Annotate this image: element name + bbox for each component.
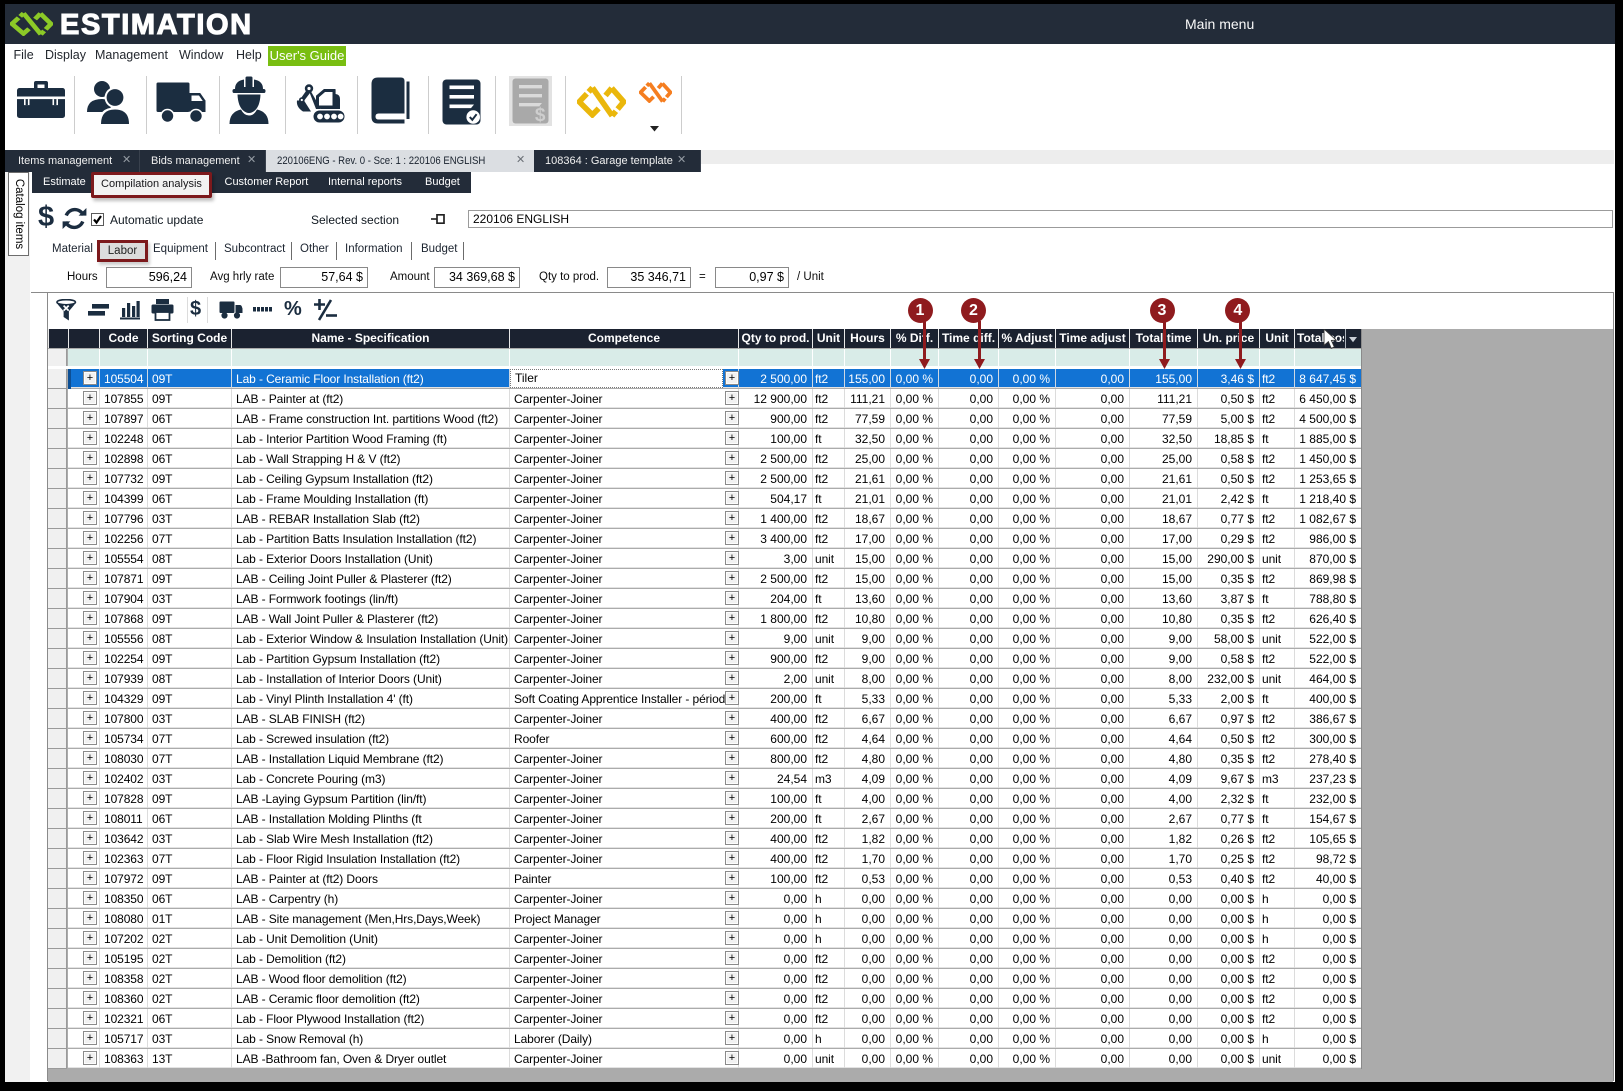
svg-text:$: $ <box>535 105 546 126</box>
